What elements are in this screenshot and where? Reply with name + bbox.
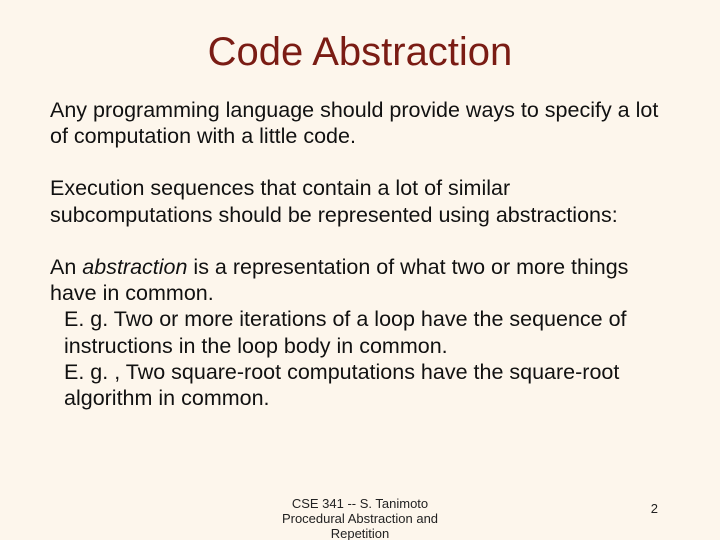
def-term: abstraction [82,255,187,279]
paragraph-2: Execution sequences that contain a lot o… [50,175,670,227]
example-2: E. g. , Two square-root computations hav… [50,359,670,411]
page-number: 2 [651,501,658,516]
definition-line: An abstraction is a representation of wh… [50,254,670,306]
footer-line-1: CSE 341 -- S. Tanimoto [230,497,490,512]
example-1-text: E. g. Two or more iterations of a loop h… [64,307,627,357]
footer-line-3: Repetition [230,527,490,540]
slide-title: Code Abstraction [50,30,670,75]
footer-center: CSE 341 -- S. Tanimoto Procedural Abstra… [230,497,490,540]
paragraph-3: An abstraction is a representation of wh… [50,254,670,411]
slide-body: Any programming language should provide … [50,97,670,411]
paragraph-1: Any programming language should provide … [50,97,670,149]
slide-footer: CSE 341 -- S. Tanimoto Procedural Abstra… [0,494,720,538]
slide: Code Abstraction Any programming languag… [0,0,720,540]
example-1: E. g. Two or more iterations of a loop h… [50,306,670,358]
def-pre: An [50,255,82,279]
example-2-text: E. g. , Two square-root computations hav… [64,360,619,410]
footer-line-2: Procedural Abstraction and [230,512,490,527]
